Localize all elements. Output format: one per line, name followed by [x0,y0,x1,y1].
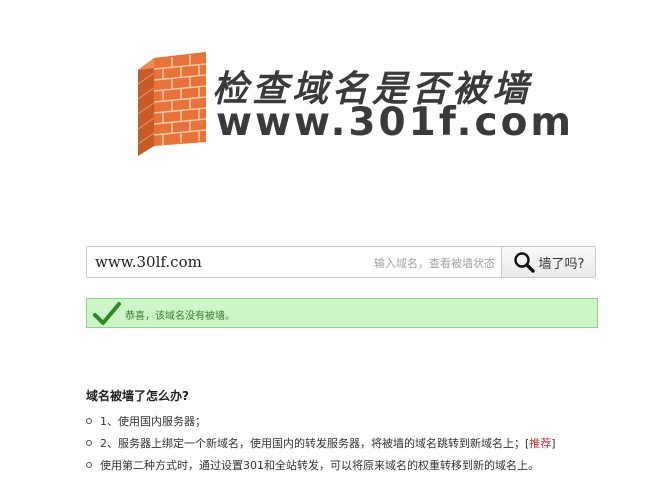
domain-search-form: 输入域名，查看被墙状态 墙了吗? [86,246,596,278]
checkmark-icon [93,302,121,325]
faq-title: 域名被墙了怎么办? [86,389,189,403]
list-item: 1、使用国内服务器； [86,410,556,432]
search-hint: 输入域名，查看被墙状态 [374,257,495,270]
recommend-link[interactable]: 推荐 [529,435,551,451]
result-message: 恭喜，该域名没有被墙。 [125,311,235,322]
brick-wall-logo [137,52,207,162]
result-message-box: 恭喜，该域名没有被墙。 [86,298,598,328]
faq-item-text: 1、使用国内服务器； [100,415,206,428]
bullet-icon [86,440,92,446]
bullet-icon [86,418,92,424]
faq-item-text: 使用第二种方式时，通过设置301和全站转发，可以将原来域名的权重转移到新的域名上… [100,459,539,472]
list-item: 2、服务器上绑定一个新域名，使用国内的转发服务器，将被墙的域名跳转到新域名上； … [86,432,556,454]
site-domain: www.301f.com [216,100,575,145]
magnifier-icon [513,252,535,273]
bullet-icon [86,462,92,468]
check-wall-button-label: 墙了吗? [538,256,585,272]
faq-list: 1、使用国内服务器； 2、服务器上绑定一个新域名，使用国内的转发服务器，将被墙的… [86,410,556,476]
list-item: 使用第二种方式时，通过设置301和全站转发，可以将原来域名的权重转移到新的域名上… [86,454,556,476]
faq-item-text: 2、服务器上绑定一个新域名，使用国内的转发服务器，将被墙的域名跳转到新域名上； [100,437,525,450]
check-wall-button[interactable]: 墙了吗? [501,247,595,277]
bracket-close: ] [551,436,556,450]
